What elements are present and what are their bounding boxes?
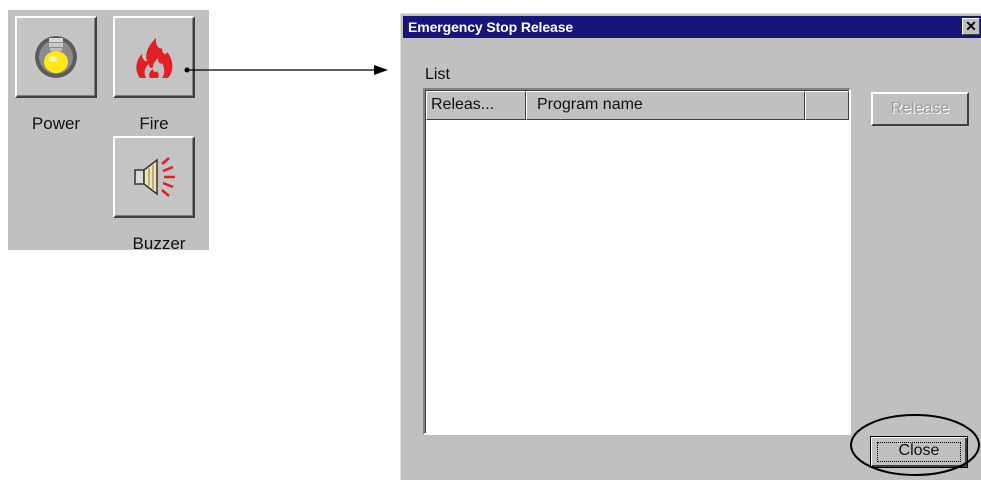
emergency-stop-release-dialog: Emergency Stop Release ✕ List Releas... … [400, 13, 981, 480]
column-header-extra[interactable] [805, 91, 849, 120]
close-icon[interactable]: ✕ [962, 18, 980, 35]
buzzer-button[interactable] [113, 136, 195, 218]
dialog-title-bar: Emergency Stop Release ✕ [403, 16, 981, 38]
connector-arrow [184, 65, 388, 75]
highlight-ellipse [850, 414, 980, 476]
release-button[interactable]: Release [871, 92, 969, 126]
program-list[interactable]: Releas... Program name [423, 88, 851, 435]
column-header-release[interactable]: Releas... [426, 91, 526, 120]
list-body[interactable] [426, 120, 849, 433]
column-header-program-name[interactable]: Program name [526, 91, 805, 120]
list-header: Releas... Program name [426, 91, 849, 120]
speaker-icon [134, 157, 175, 197]
dialog-title: Emergency Stop Release [408, 19, 574, 35]
list-caption: List [425, 66, 450, 83]
buzzer-label: Buzzer [132, 234, 186, 253]
